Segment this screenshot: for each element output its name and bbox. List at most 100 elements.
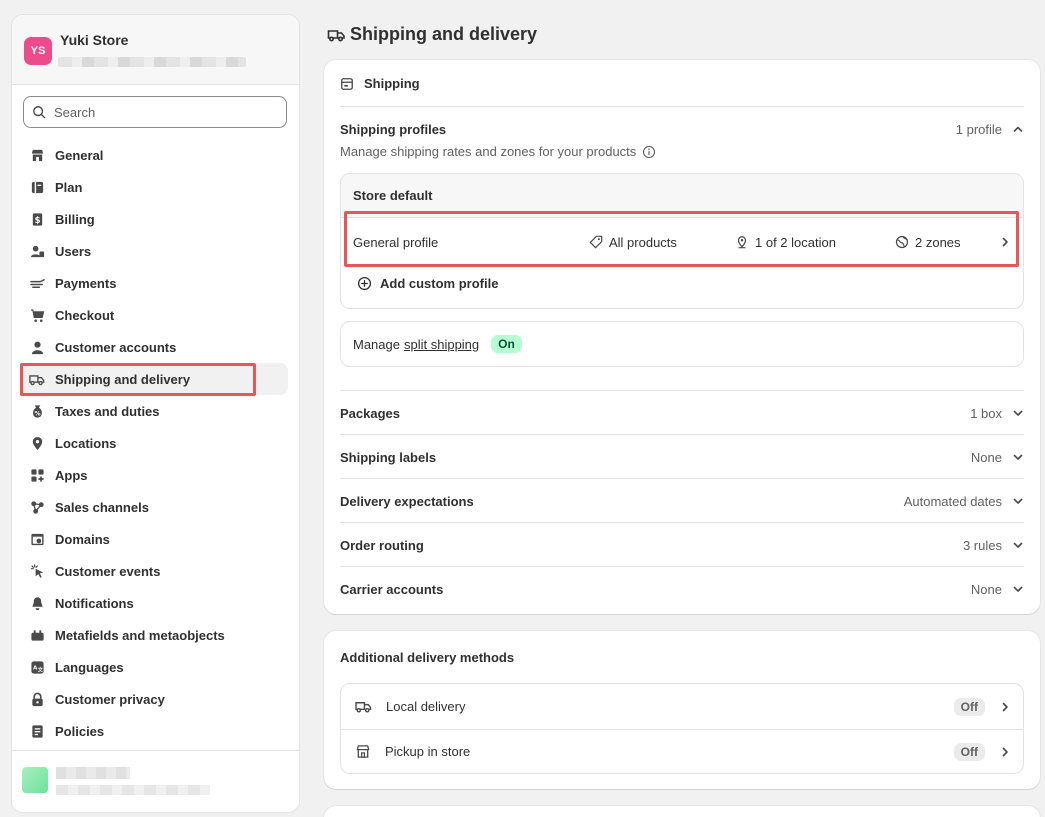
nav-item-locations[interactable]: Locations — [20, 427, 288, 459]
chevron-down-icon[interactable] — [1012, 495, 1024, 507]
nav-label: Shipping and delivery — [55, 371, 191, 387]
nav-item-customer-privacy[interactable]: Customer privacy — [20, 683, 288, 715]
pickup-in-store-row[interactable]: Pickup in store Off — [341, 729, 1023, 774]
nav-item-payments[interactable]: Payments — [20, 267, 288, 299]
status-badge: Off — [953, 697, 985, 716]
profile-zones: 2 zones — [895, 235, 999, 250]
svg-text:文: 文 — [37, 665, 43, 673]
nav-item-policies[interactable]: Policies — [20, 715, 288, 747]
nav-item-notifications[interactable]: Notifications — [20, 587, 288, 619]
store-name: Yuki Store — [60, 32, 129, 48]
user-name-redacted — [56, 767, 130, 779]
chevron-down-icon[interactable] — [1012, 539, 1024, 551]
packages-row[interactable]: Packages 1 box — [340, 404, 1024, 422]
nav-item-general[interactable]: General — [20, 139, 288, 171]
nav-label: Customer events — [55, 563, 161, 579]
nav-label: Billing — [55, 211, 95, 227]
info-icon[interactable] — [642, 145, 656, 159]
chevron-down-icon[interactable] — [1012, 407, 1024, 419]
chevron-right-icon[interactable] — [999, 701, 1011, 713]
cart-icon — [29, 307, 45, 323]
cursor-icon — [29, 563, 45, 579]
svg-text:%: % — [34, 410, 40, 417]
local-delivery-row[interactable]: Local delivery Off — [341, 684, 1023, 729]
plus-circle-icon — [357, 276, 372, 291]
divider — [340, 566, 1024, 567]
languages-icon: A文 — [29, 659, 45, 675]
profile-products-text: All products — [609, 234, 677, 250]
user-account-footer[interactable] — [12, 750, 299, 812]
shipping-box-icon — [341, 77, 353, 90]
delivery-methods-list: Local delivery Off Pickup in store Off — [340, 683, 1024, 774]
nav-item-shipping-and-delivery[interactable]: Shipping and delivery — [20, 363, 288, 395]
chevron-up-icon[interactable] — [1012, 123, 1024, 135]
svg-text:$: $ — [34, 214, 40, 224]
row-value: 3 rules — [962, 537, 1002, 553]
nav-item-users[interactable]: Users — [20, 235, 288, 267]
row-label: Shipping labels — [340, 449, 437, 465]
search-icon — [33, 106, 46, 119]
nav-item-apps[interactable]: Apps — [20, 459, 288, 491]
divider — [340, 390, 1024, 391]
nav-item-checkout[interactable]: Checkout — [20, 299, 288, 331]
status-badge: On — [491, 335, 522, 353]
nav-label: Checkout — [55, 307, 115, 323]
shipping-profiles-description: Manage shipping rates and zones for your… — [340, 144, 656, 159]
profile-products: All products — [589, 235, 735, 250]
chevron-right-icon[interactable] — [999, 746, 1011, 758]
nav-item-plan[interactable]: Plan — [20, 171, 288, 203]
additional-delivery-card: Additional delivery methods Local delive… — [324, 631, 1040, 789]
nav-item-billing[interactable]: $ Billing — [20, 203, 288, 235]
page-title-wrap: Shipping and delivery — [327, 24, 537, 45]
store-default-box: Store default General profile All produc… — [340, 173, 1024, 309]
nav-label: Policies — [55, 723, 105, 739]
chevron-down-icon[interactable] — [1012, 583, 1024, 595]
shipping-profiles-row[interactable]: Shipping profiles 1 profile — [340, 120, 1024, 138]
bell-icon — [29, 595, 45, 611]
profile-zones-text: 2 zones — [915, 234, 961, 250]
order-routing-row[interactable]: Order routing 3 rules — [340, 536, 1024, 554]
nav-label: Plan — [55, 179, 83, 195]
nav-item-customer-accounts[interactable]: Customer accounts — [20, 331, 288, 363]
location-pin-icon — [737, 236, 747, 249]
globe-icon — [895, 235, 909, 249]
nav-item-taxes-and-duties[interactable]: % Taxes and duties — [20, 395, 288, 427]
shipping-card: Shipping Shipping profiles 1 profile Man… — [324, 60, 1040, 614]
row-value: Automated dates — [903, 493, 1002, 509]
status-badge: Off — [953, 742, 985, 761]
user-avatar-redacted — [22, 767, 48, 793]
nav-item-customer-events[interactable]: Customer events — [20, 555, 288, 587]
shipping-labels-row[interactable]: Shipping labels None — [340, 448, 1024, 466]
divider — [341, 729, 1023, 730]
domains-icon — [29, 531, 45, 547]
nav-item-domains[interactable]: Domains — [20, 523, 288, 555]
person-icon — [29, 339, 45, 355]
plan-icon — [29, 179, 45, 195]
nav-label: Apps — [55, 467, 88, 483]
profiles-desc-text: Manage shipping rates and zones for your… — [340, 144, 637, 159]
nav-item-languages[interactable]: A文 Languages — [20, 651, 288, 683]
search-box[interactable] — [23, 96, 287, 128]
nav-item-metafields-and-metaobjects[interactable]: Metafields and metaobjects — [20, 619, 288, 651]
shipping-profiles-count: 1 profile — [955, 121, 1002, 137]
store-header[interactable]: YS Yuki Store — [12, 15, 299, 85]
shipping-header-label: Shipping — [364, 76, 420, 91]
nav-label: Domains — [55, 531, 110, 547]
add-custom-profile-label: Add custom profile — [380, 276, 499, 291]
nav-label: Notifications — [55, 595, 134, 611]
nav-label: Taxes and duties — [55, 403, 160, 419]
tax-icon: % — [29, 403, 45, 419]
divider — [340, 106, 1024, 107]
general-profile-row[interactable]: General profile All products 1 of 2 loca… — [341, 218, 1023, 266]
delivery-expectations-row[interactable]: Delivery expectations Automated dates — [340, 492, 1024, 510]
channels-icon — [29, 499, 45, 515]
chevron-right-icon[interactable] — [999, 236, 1011, 248]
chevron-down-icon[interactable] — [1012, 451, 1024, 463]
split-shipping-link[interactable]: split shipping — [404, 337, 479, 352]
add-custom-profile-button[interactable]: Add custom profile — [357, 276, 498, 291]
store-icon — [29, 147, 45, 163]
nav-item-sales-channels[interactable]: Sales channels — [20, 491, 288, 523]
nav-label: Locations — [55, 435, 117, 451]
search-input[interactable] — [54, 104, 254, 120]
carrier-accounts-row[interactable]: Carrier accounts None — [340, 580, 1024, 598]
